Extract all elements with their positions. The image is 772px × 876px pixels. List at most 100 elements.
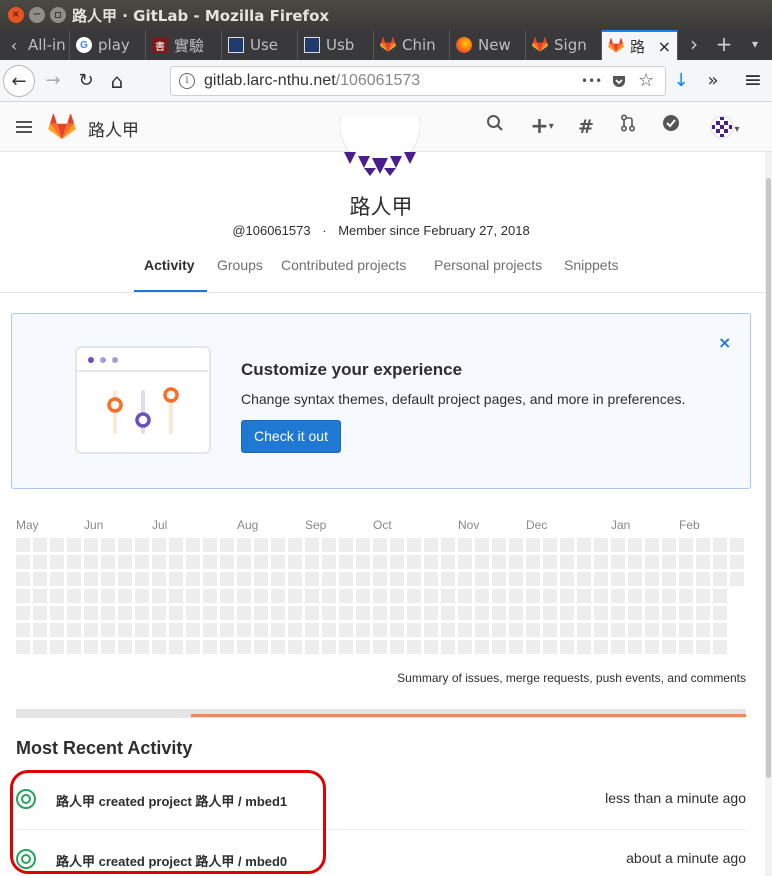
calendar-day-cell[interactable] xyxy=(322,572,336,586)
calendar-day-cell[interactable] xyxy=(543,572,557,586)
calendar-day-cell[interactable] xyxy=(322,640,336,654)
calendar-day-cell[interactable] xyxy=(322,606,336,620)
calendar-day-cell[interactable] xyxy=(237,640,251,654)
calendar-day-cell[interactable] xyxy=(152,623,166,637)
calendar-day-cell[interactable] xyxy=(679,623,693,637)
calendar-day-cell[interactable] xyxy=(101,555,115,569)
calendar-day-cell[interactable] xyxy=(237,589,251,603)
calendar-day-cell[interactable] xyxy=(271,555,285,569)
calendar-day-cell[interactable] xyxy=(475,640,489,654)
calendar-day-cell[interactable] xyxy=(390,572,404,586)
calendar-day-cell[interactable] xyxy=(152,640,166,654)
calendar-day-cell[interactable] xyxy=(424,538,438,552)
calendar-day-cell[interactable] xyxy=(645,555,659,569)
calendar-day-cell[interactable] xyxy=(169,555,183,569)
calendar-day-cell[interactable] xyxy=(33,606,47,620)
calendar-day-cell[interactable] xyxy=(475,572,489,586)
calendar-day-cell[interactable] xyxy=(509,572,523,586)
calendar-day-cell[interactable] xyxy=(441,640,455,654)
calendar-day-cell[interactable] xyxy=(526,589,540,603)
calendar-day-cell[interactable] xyxy=(526,623,540,637)
calendar-day-cell[interactable] xyxy=(373,555,387,569)
calendar-day-cell[interactable] xyxy=(509,606,523,620)
calendar-day-cell[interactable] xyxy=(577,623,591,637)
home-button[interactable]: ⌂ xyxy=(101,65,133,97)
calendar-day-cell[interactable] xyxy=(152,555,166,569)
calendar-day-cell[interactable] xyxy=(84,555,98,569)
calendar-day-cell[interactable] xyxy=(152,538,166,552)
page-scrollbar[interactable] xyxy=(765,152,772,876)
calendar-day-cell[interactable] xyxy=(135,640,149,654)
calendar-day-cell[interactable] xyxy=(50,572,64,586)
calendar-day-cell[interactable] xyxy=(186,589,200,603)
calendar-day-cell[interactable] xyxy=(526,606,540,620)
calendar-day-cell[interactable] xyxy=(662,606,676,620)
calendar-day-cell[interactable] xyxy=(254,640,268,654)
calendar-day-cell[interactable] xyxy=(135,538,149,552)
tab-groups[interactable]: Groups xyxy=(217,257,263,273)
calendar-day-cell[interactable] xyxy=(271,538,285,552)
calendar-day-cell[interactable] xyxy=(458,555,472,569)
calendar-day-cell[interactable] xyxy=(730,572,744,586)
calendar-day-cell[interactable] xyxy=(594,589,608,603)
calendar-day-cell[interactable] xyxy=(407,606,421,620)
calendar-day-cell[interactable] xyxy=(679,606,693,620)
calendar-day-cell[interactable] xyxy=(67,640,81,654)
calendar-day-cell[interactable] xyxy=(220,623,234,637)
calendar-day-cell[interactable] xyxy=(186,572,200,586)
gitlab-logo-icon[interactable] xyxy=(48,113,76,144)
calendar-day-cell[interactable] xyxy=(560,606,574,620)
calendar-day-cell[interactable] xyxy=(50,606,64,620)
calendar-day-cell[interactable] xyxy=(696,555,710,569)
calendar-day-cell[interactable] xyxy=(16,555,30,569)
calendar-day-cell[interactable] xyxy=(67,572,81,586)
calendar-day-cell[interactable] xyxy=(220,572,234,586)
calendar-day-cell[interactable] xyxy=(135,572,149,586)
calendar-day-cell[interactable] xyxy=(305,538,319,552)
calendar-day-cell[interactable] xyxy=(611,640,625,654)
calendar-day-cell[interactable] xyxy=(713,606,727,620)
calendar-day-cell[interactable] xyxy=(33,623,47,637)
calendar-day-cell[interactable] xyxy=(67,623,81,637)
search-icon[interactable] xyxy=(484,114,506,140)
calendar-day-cell[interactable] xyxy=(169,606,183,620)
calendar-day-cell[interactable] xyxy=(84,623,98,637)
calendar-day-cell[interactable] xyxy=(254,538,268,552)
calendar-day-cell[interactable] xyxy=(169,640,183,654)
calendar-day-cell[interactable] xyxy=(203,623,217,637)
calendar-day-cell[interactable] xyxy=(509,555,523,569)
calendar-day-cell[interactable] xyxy=(186,538,200,552)
calendar-day-cell[interactable] xyxy=(33,538,47,552)
calendar-day-cell[interactable] xyxy=(67,589,81,603)
calendar-day-cell[interactable] xyxy=(373,538,387,552)
calendar-day-cell[interactable] xyxy=(713,555,727,569)
calendar-day-cell[interactable] xyxy=(135,606,149,620)
check-it-out-button[interactable]: Check it out xyxy=(241,420,341,453)
calendar-day-cell[interactable] xyxy=(543,555,557,569)
calendar-day-cell[interactable] xyxy=(458,589,472,603)
url-text[interactable]: gitlab.larc-nthu.net/106061573 xyxy=(204,72,420,90)
calendar-day-cell[interactable] xyxy=(50,555,64,569)
calendar-day-cell[interactable] xyxy=(16,640,30,654)
download-icon[interactable]: ↓ xyxy=(665,65,697,97)
calendar-day-cell[interactable] xyxy=(390,555,404,569)
calendar-day-cell[interactable] xyxy=(594,538,608,552)
window-minimize-button[interactable]: − xyxy=(29,7,45,23)
close-tab-icon[interactable]: × xyxy=(658,37,671,56)
calendar-day-cell[interactable] xyxy=(135,623,149,637)
calendar-day-cell[interactable] xyxy=(594,555,608,569)
calendar-day-cell[interactable] xyxy=(237,538,251,552)
calendar-day-cell[interactable] xyxy=(662,555,676,569)
scroll-tabs-right-icon[interactable]: › xyxy=(679,30,709,60)
overflow-menu-icon[interactable]: » xyxy=(697,65,729,97)
calendar-day-cell[interactable] xyxy=(713,623,727,637)
calendar-day-cell[interactable] xyxy=(560,538,574,552)
bookmark-star-icon[interactable]: ☆ xyxy=(638,70,654,91)
calendar-day-cell[interactable] xyxy=(441,572,455,586)
calendar-day-cell[interactable] xyxy=(713,589,727,603)
calendar-day-cell[interactable] xyxy=(237,606,251,620)
browser-tab[interactable]: New xyxy=(450,30,526,60)
calendar-day-cell[interactable] xyxy=(220,606,234,620)
window-close-button[interactable]: × xyxy=(8,7,24,23)
calendar-day-cell[interactable] xyxy=(492,623,506,637)
